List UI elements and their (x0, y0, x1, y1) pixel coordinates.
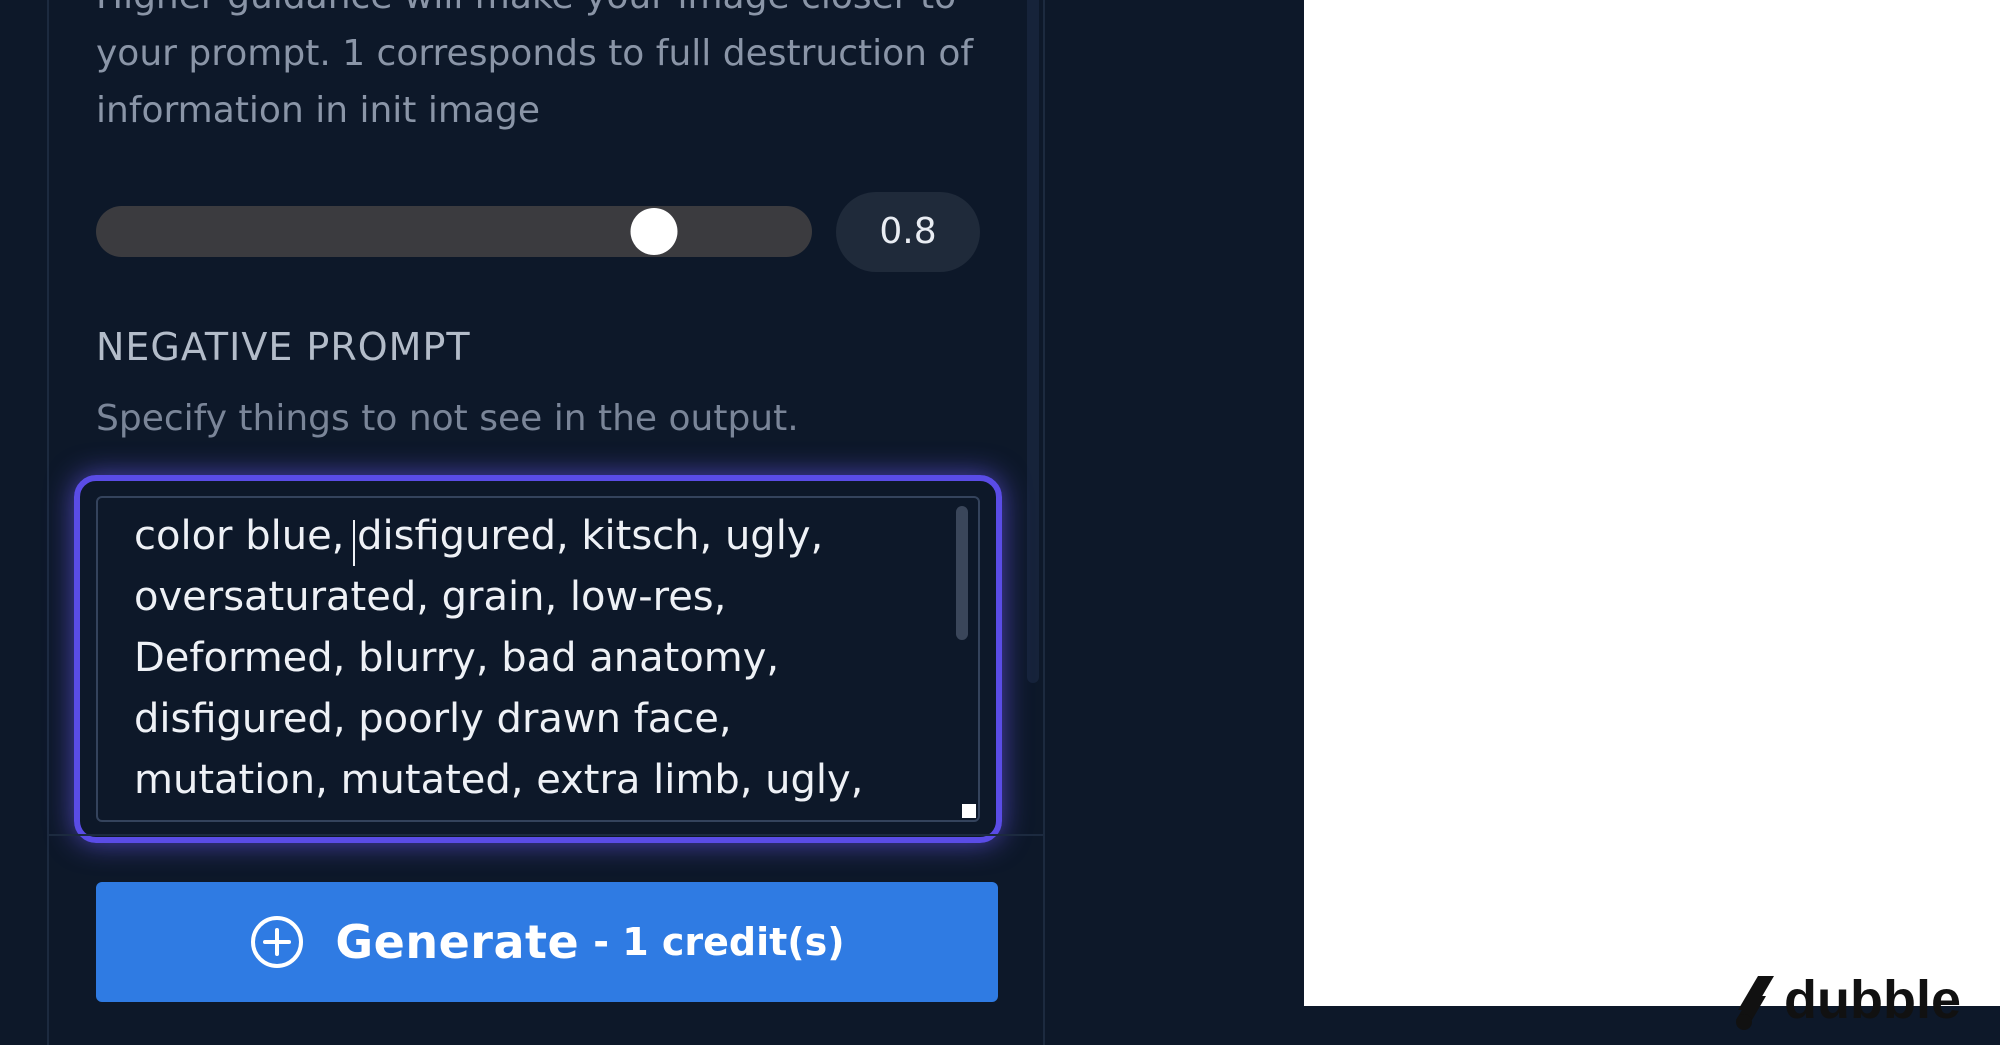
guidance-description-line: Higher guidance will make your image clo… (96, 0, 1016, 25)
negative-prompt-help: Specify things to not see in the output. (96, 398, 799, 439)
negative-prompt-title: NEGATIVE PROMPT (96, 325, 471, 369)
guidance-slider[interactable] (96, 206, 812, 257)
output-canvas (1304, 0, 2000, 1006)
dubble-logo-icon (1736, 976, 1774, 1030)
generate-button[interactable]: Generate - 1 credit(s) (96, 882, 998, 1002)
divider (47, 834, 1045, 836)
guidance-description-line: information in init image (96, 90, 540, 131)
negative-prompt-line: oversaturated, grain, low-res, (134, 574, 727, 620)
negative-prompt-line: Deformed, blurry, bad anatomy, (134, 635, 780, 681)
negative-prompt-line: mutation, mutated, extra limb, ugly, (134, 757, 864, 803)
negative-prompt-textarea[interactable]: color blue, disfigured, kitsch, ugly, ov… (96, 496, 980, 822)
generate-button-label: Generate (335, 915, 580, 969)
plus-circle-icon (251, 916, 304, 968)
dubble-brand-text: dubble (1784, 970, 1961, 1030)
negative-prompt-line: color blue, disfigured, kitsch, ugly, (134, 513, 824, 559)
dubble-watermark: dubble (1736, 970, 1961, 1030)
textarea-scrollbar[interactable] (956, 506, 968, 640)
negative-prompt-line: disfigured, poorly drawn face, (134, 696, 732, 742)
resize-handle-icon[interactable] (962, 804, 976, 818)
panel-scrollbar[interactable] (1027, 0, 1039, 683)
negative-prompt-text[interactable]: color blue, disfigured, kitsch, ugly, ov… (134, 506, 863, 811)
guidance-description: Higher guidance will make your image clo… (96, 0, 1016, 139)
guidance-value-display[interactable]: 0.8 (836, 192, 980, 272)
text-caret (353, 520, 355, 566)
generate-button-credits: - 1 credit(s) (593, 920, 845, 964)
app-root: Higher guidance will make your image clo… (0, 0, 2000, 1045)
guidance-slider-thumb[interactable] (630, 208, 678, 255)
guidance-description-line: your prompt. 1 corresponds to full destr… (96, 33, 974, 74)
